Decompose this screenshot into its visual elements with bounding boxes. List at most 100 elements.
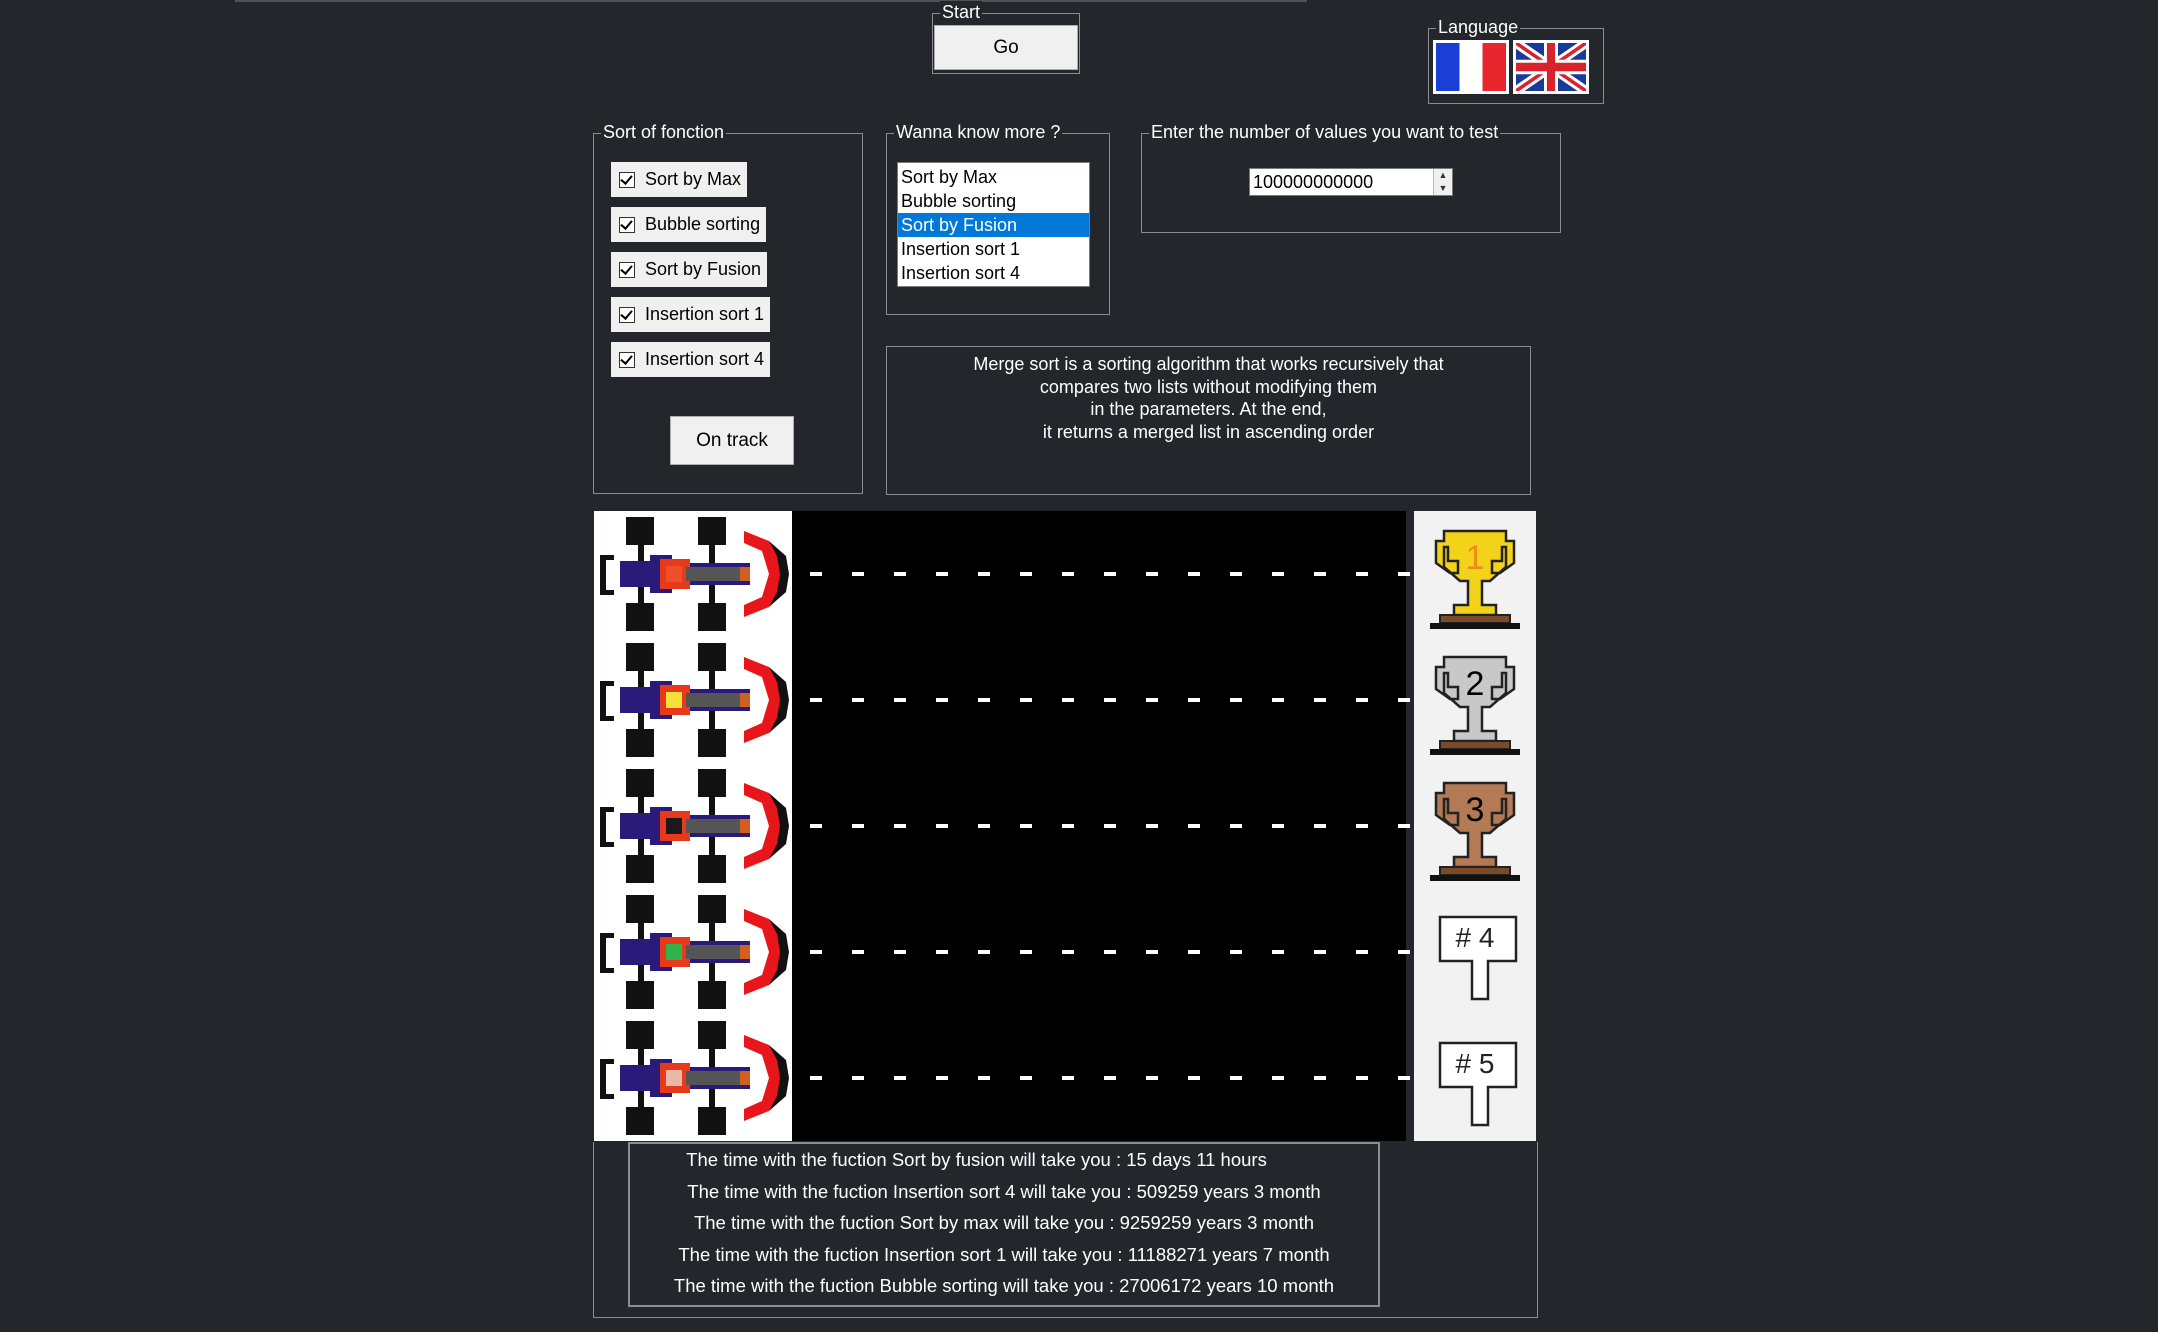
lane-dash <box>1188 950 1200 954</box>
lane-dash <box>1272 698 1284 702</box>
lane-dash <box>1104 950 1116 954</box>
lane-dash <box>1356 572 1368 576</box>
lane-dash <box>1020 824 1032 828</box>
lane-dash <box>978 572 990 576</box>
lane-dash <box>1398 572 1410 576</box>
lane-dash <box>936 1076 948 1080</box>
lane-dash <box>852 824 864 828</box>
description-line: in the parameters. At the end, <box>1090 399 1327 419</box>
language-legend: Language <box>1436 16 1521 38</box>
lane-dash <box>1230 1076 1242 1080</box>
list-item[interactable]: Sort by Max <box>898 165 1089 189</box>
values-stepper[interactable]: 100000000000 ▲ ▼ <box>1249 168 1453 196</box>
result-line: The time with the fuction Insertion sort… <box>678 1244 1330 1265</box>
checkbox-label: Insertion sort 1 <box>645 304 765 324</box>
lane-dash <box>1356 824 1368 828</box>
lane-dash <box>1398 1076 1410 1080</box>
lane-dash <box>1398 950 1410 954</box>
france-flag-icon[interactable] <box>1433 40 1509 94</box>
checkbox-label: Sort by Fusion <box>645 259 762 279</box>
result-line: The time with the fuction Insertion sort… <box>687 1181 1321 1202</box>
race-car-icon <box>594 1015 792 1141</box>
algorithm-listbox[interactable]: Sort by Max Bubble sorting Sort by Fusio… <box>897 162 1090 287</box>
lane-dash <box>852 572 864 576</box>
lane-dash <box>894 572 906 576</box>
lane-dash <box>1146 1076 1158 1080</box>
list-item[interactable]: Insertion sort 4 <box>898 261 1089 285</box>
lane-dash <box>1230 572 1242 576</box>
checkbox-bubble-sorting[interactable]: Bubble sorting <box>611 207 767 242</box>
lane-dash <box>1146 572 1158 576</box>
lane-dash <box>978 824 990 828</box>
list-item[interactable]: Bubble sorting <box>898 189 1089 213</box>
race-car-icon <box>594 511 792 637</box>
values-stepper-value: 100000000000 <box>1253 172 1374 192</box>
place-4-sign-icon: # 4 <box>1414 889 1536 1015</box>
list-item-selected[interactable]: Sort by Fusion <box>898 213 1089 237</box>
values-group: Enter the number of values you want to t… <box>1141 121 1561 233</box>
lane-dash <box>810 950 822 954</box>
description-line: it returns a merged list in ascending or… <box>1042 421 1375 442</box>
checkbox-check-icon <box>619 351 635 368</box>
list-item[interactable]: Insertion sort 1 <box>898 237 1089 261</box>
stepper-up-icon[interactable]: ▲ <box>1434 169 1452 182</box>
description-line: compares two lists without modifying the… <box>1039 376 1378 397</box>
lane-dash <box>1188 824 1200 828</box>
lane-dash <box>1104 572 1116 576</box>
results-box: The time with the fuction Sort by fusion… <box>628 1142 1380 1307</box>
lane-dash <box>936 572 948 576</box>
stepper-down-icon[interactable]: ▼ <box>1434 182 1452 195</box>
checkbox-check-icon <box>619 216 635 233</box>
result-line: The time with the fuction Bubble sorting… <box>673 1275 1335 1296</box>
lane-dash <box>978 698 990 702</box>
lane-dash <box>1062 698 1074 702</box>
lane-dash <box>1146 824 1158 828</box>
checkbox-sort-by-fusion[interactable]: Sort by Fusion <box>611 252 768 287</box>
lane-dash <box>1104 698 1116 702</box>
language-group: Language <box>1428 16 1604 104</box>
start-legend: Start <box>940 1 983 23</box>
lane-dash <box>1062 824 1074 828</box>
lane-dash <box>1062 572 1074 576</box>
silver-trophy-icon: 2 <box>1414 637 1536 763</box>
checkbox-check-icon <box>619 306 635 323</box>
race-lane: # 4 <box>594 889 1536 1015</box>
on-track-button[interactable]: On track <box>670 416 794 465</box>
lane-dash <box>894 1076 906 1080</box>
lane-dash <box>978 950 990 954</box>
checkbox-label: Sort by Max <box>645 169 742 189</box>
lane-dash <box>894 824 906 828</box>
uk-flag-icon[interactable] <box>1513 40 1589 94</box>
lane-dash <box>894 698 906 702</box>
race-track-lane <box>792 1015 1410 1141</box>
svg-text:3: 3 <box>1466 791 1485 829</box>
race-track-lane <box>792 763 1410 889</box>
lane-dash <box>936 950 948 954</box>
lane-dash <box>978 1076 990 1080</box>
checkbox-insertion-sort-4[interactable]: Insertion sort 4 <box>611 342 771 377</box>
lane-dash <box>810 824 822 828</box>
start-group: Start Go <box>932 1 1080 74</box>
lane-dash <box>1188 572 1200 576</box>
go-button[interactable]: Go <box>934 25 1078 70</box>
lane-dash <box>1314 572 1326 576</box>
checkbox-insertion-sort-1[interactable]: Insertion sort 1 <box>611 297 771 332</box>
lane-dash <box>1314 824 1326 828</box>
svg-text:1: 1 <box>1466 539 1485 577</box>
race-lane: 3 <box>594 763 1536 889</box>
stepper-arrows[interactable]: ▲ ▼ <box>1433 169 1452 195</box>
result-line: The time with the fuction Sort by max wi… <box>693 1212 1315 1233</box>
race-car-icon <box>594 637 792 763</box>
lane-dash <box>1188 1076 1200 1080</box>
lane-dash <box>1020 950 1032 954</box>
checkbox-label: Insertion sort 4 <box>645 349 765 369</box>
description-line: Merge sort is a sorting algorithm that w… <box>973 354 1444 374</box>
race-car-icon <box>594 763 792 889</box>
lane-dash <box>810 698 822 702</box>
lane-dash <box>1356 950 1368 954</box>
lane-dash <box>1104 1076 1116 1080</box>
checkbox-sort-by-max[interactable]: Sort by Max <box>611 162 748 197</box>
window-top-edge <box>235 0 1307 2</box>
lane-dash <box>1314 950 1326 954</box>
lane-dash <box>1188 698 1200 702</box>
